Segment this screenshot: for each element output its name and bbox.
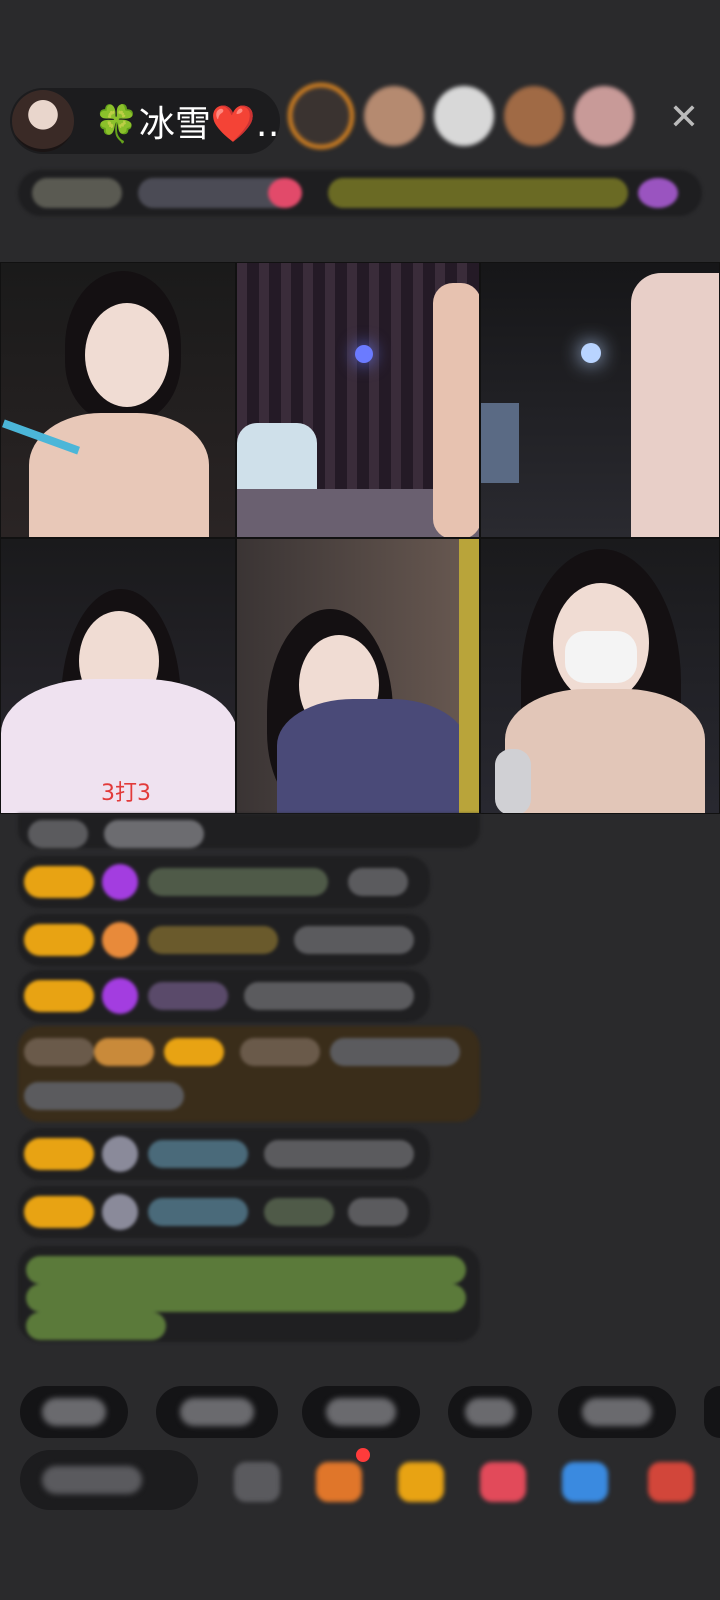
stream-tile-1[interactable] (0, 262, 236, 538)
chat-message[interactable] (18, 970, 430, 1022)
level-badge (24, 980, 94, 1012)
gem-icon (102, 922, 138, 958)
host-card[interactable]: 🍀冰雪❤️… (10, 88, 280, 154)
level-badge (24, 1138, 94, 1170)
quick-chip[interactable] (20, 1386, 128, 1438)
stage-light (355, 345, 373, 363)
system-message (18, 1246, 480, 1342)
share-icon[interactable] (562, 1462, 608, 1502)
stream-tile-5[interactable] (236, 538, 480, 814)
level-badge (24, 924, 94, 956)
menu-icon[interactable] (234, 1462, 280, 1502)
gem-icon (102, 978, 138, 1014)
quick-chip[interactable] (704, 1386, 720, 1438)
gift-icon[interactable] (648, 1462, 694, 1502)
notice-pill[interactable] (328, 178, 628, 208)
quick-chip[interactable] (558, 1386, 676, 1438)
streamer-body (505, 689, 705, 813)
chat-message[interactable] (18, 1186, 430, 1238)
chat-message[interactable] (18, 1026, 480, 1122)
info-bar (18, 170, 702, 216)
host-name: 🍀冰雪❤️… (94, 104, 280, 145)
chat-message[interactable] (18, 856, 430, 908)
treasure-icon[interactable] (398, 1462, 444, 1502)
yellow-panel (459, 539, 479, 813)
stream-tile-4[interactable]: 3打3 (0, 538, 236, 814)
level-badge (24, 866, 94, 898)
gem-icon (102, 864, 138, 900)
avatar (102, 1194, 138, 1230)
top-bar: 🍀冰雪❤️… ✕ (0, 80, 720, 160)
streamer-body (277, 699, 467, 813)
avatar (102, 1136, 138, 1172)
streamer-face (85, 303, 169, 407)
quick-chip[interactable] (302, 1386, 420, 1438)
stage-light (581, 343, 601, 363)
stream-tile-3[interactable] (480, 262, 720, 538)
tile-label: 3打3 (101, 781, 151, 806)
chat-message[interactable] (18, 814, 480, 848)
viewer-avatar[interactable] (288, 83, 354, 149)
viewer-avatar[interactable] (434, 86, 494, 146)
streamer-shorts (481, 403, 519, 483)
face-mask (565, 631, 637, 683)
close-icon[interactable]: ✕ (666, 100, 702, 136)
viewer-avatars (288, 83, 634, 149)
fans-icon[interactable] (638, 178, 678, 208)
stream-tile-6[interactable] (480, 538, 720, 814)
chat-message[interactable] (18, 1128, 430, 1180)
viewer-avatar[interactable] (574, 86, 634, 146)
host-avatar[interactable] (12, 90, 74, 152)
pk-icon[interactable] (480, 1462, 526, 1502)
stream-tile-2[interactable] (236, 262, 480, 538)
level-badge (24, 1196, 94, 1228)
gift-box-icon[interactable] (316, 1462, 362, 1502)
viewer-avatar[interactable] (504, 86, 564, 146)
stream-grid: 3打3 (0, 262, 720, 814)
streamer-legs (433, 283, 479, 537)
viewer-avatar[interactable] (364, 86, 424, 146)
chat-input[interactable] (20, 1450, 198, 1510)
gift-icon[interactable] (268, 178, 302, 208)
rank-pill[interactable] (32, 178, 122, 208)
notification-dot (356, 1448, 370, 1462)
streamer-body (29, 413, 209, 537)
quick-chip[interactable] (156, 1386, 278, 1438)
quick-chip[interactable] (448, 1386, 532, 1438)
streamer-body (631, 273, 719, 537)
mic-icon (495, 749, 531, 813)
chat-message[interactable] (18, 914, 430, 966)
